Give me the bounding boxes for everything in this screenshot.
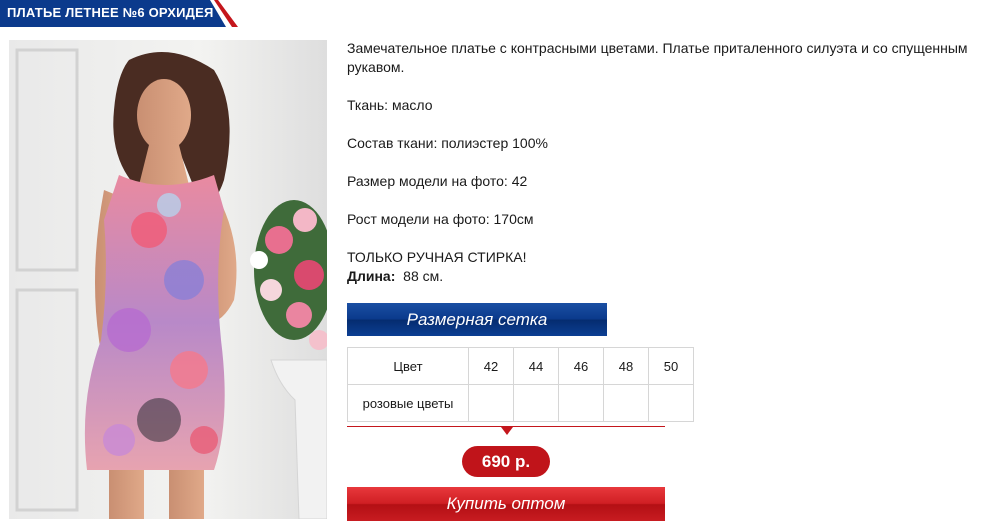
size-table-header-row: Цвет 42 44 46 48 50 (347, 347, 694, 385)
price-arrow-icon (501, 427, 513, 435)
description-model-height: Рост модели на фото: 170см (347, 211, 534, 227)
description-intro: Замечательное платье с контрасными цвета… (347, 40, 968, 75)
size-table-header-size: 44 (513, 347, 559, 385)
buy-wholesale-button[interactable]: Купить оптом (347, 487, 665, 521)
product-photo[interactable] (9, 40, 327, 519)
size-qty-cell[interactable] (603, 384, 649, 422)
description-length: Длина: 88 см. (347, 267, 997, 286)
size-qty-cell[interactable] (648, 384, 694, 422)
size-qty-cell[interactable] (513, 384, 559, 422)
size-table-header-size: 42 (468, 347, 514, 385)
table-row: розовые цветы (347, 384, 694, 422)
length-label: Длина: (347, 268, 396, 284)
size-table: Цвет 42 44 46 48 50 розовые цветы (347, 347, 694, 422)
description-fabric: Ткань: масло (347, 97, 433, 113)
size-qty-cell[interactable] (468, 384, 514, 422)
size-table-header-size: 50 (648, 347, 694, 385)
description-model-size: Размер модели на фото: 42 (347, 173, 528, 189)
size-chart-button[interactable]: Размерная сетка (347, 303, 607, 336)
size-qty-cell[interactable] (558, 384, 604, 422)
size-table-header-size: 46 (558, 347, 604, 385)
price-badge: 690 р. (462, 446, 550, 477)
size-table-header-size: 48 (603, 347, 649, 385)
product-photo-image (9, 40, 327, 519)
product-title: ПЛАТЬЕ ЛЕТНЕЕ №6 ОРХИДЕЯ (7, 5, 214, 20)
size-table-color-name: розовые цветы (347, 384, 469, 422)
description-wash: ТОЛЬКО РУЧНАЯ СТИРКА! (347, 249, 527, 265)
length-value: 88 см. (403, 268, 444, 284)
product-title-tab: ПЛАТЬЕ ЛЕТНЕЕ №6 ОРХИДЕЯ (0, 0, 238, 27)
size-table-header-color: Цвет (347, 347, 469, 385)
description-composition: Состав ткани: полиэстер 100% (347, 135, 548, 151)
product-description: Замечательное платье с контрасными цвета… (347, 39, 997, 286)
